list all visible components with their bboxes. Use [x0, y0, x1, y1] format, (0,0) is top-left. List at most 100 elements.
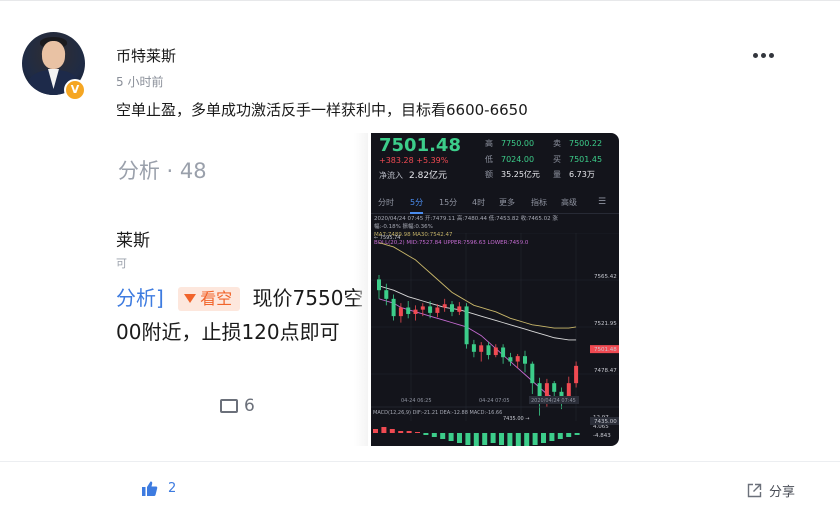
low-marker: 7435.00 →	[503, 416, 529, 422]
macd-bar	[473, 433, 479, 446]
macd-bar	[549, 433, 555, 441]
ind-line1: 2020/04/24 07:45 开:7479.11 高:7480.44 低:7…	[374, 216, 558, 222]
kv-buy-value: 7501.45	[569, 155, 603, 164]
chart-change: +383.28 +5.39%	[379, 156, 449, 165]
kv-sell-label: 卖	[553, 139, 561, 148]
image1-author: 莱斯	[116, 231, 150, 251]
tab-4h[interactable]: 4时	[472, 197, 485, 208]
candle	[530, 361, 535, 394]
kv-buy: 买 7501.45	[553, 154, 602, 165]
time-label: 04-24 07:05	[479, 398, 510, 404]
image1-line1: 分析] 看空 现价7550空	[116, 282, 363, 312]
post-card: V 币特莱斯 5 小时前 空单止盈，多单成功激活反手一样获利中，目标看6600-…	[0, 0, 840, 520]
like-button[interactable]: 2	[141, 480, 176, 497]
more-options-icon[interactable]	[753, 53, 777, 59]
image1-line2: 00附近，止损120点即可	[116, 320, 340, 344]
candle	[464, 303, 469, 349]
macd-bar	[415, 432, 420, 433]
share-icon	[747, 483, 762, 498]
tab-15min[interactable]: 15分	[439, 197, 457, 208]
macd-bar	[515, 433, 521, 446]
kv-high-label: 高	[485, 139, 493, 148]
kv-vol-label: 量	[553, 170, 561, 179]
inflow-label: 净流入	[379, 171, 403, 180]
macd-bar	[507, 433, 513, 446]
image1-sub: 可	[116, 257, 127, 270]
kv-low-value: 7024.00	[501, 155, 535, 164]
time-label: 2020/04/24 07:45	[531, 398, 576, 404]
kv-vol-value: 6.73万	[569, 170, 595, 179]
inflow-value: 2.82亿元	[409, 171, 448, 181]
kv-high: 高 7750.00	[485, 138, 534, 149]
candle	[574, 361, 579, 388]
candle	[486, 342, 491, 360]
tab-fenshi[interactable]: 分时	[378, 197, 394, 208]
macd-bar	[465, 433, 471, 445]
tab-more[interactable]: 更多	[499, 197, 515, 208]
down-arrow-icon	[184, 293, 197, 303]
macd-bar	[499, 433, 504, 445]
candle	[457, 302, 462, 316]
kv-low: 低 7024.00	[485, 154, 534, 165]
macd-bar	[440, 433, 446, 439]
candle	[479, 342, 484, 362]
candle	[442, 298, 447, 312]
candle	[515, 353, 520, 369]
kv-amount-label: 额	[485, 170, 493, 179]
chart-inflow: 净流入 2.82亿元	[379, 168, 447, 181]
macd-bar	[532, 433, 538, 445]
candle	[493, 344, 498, 358]
macd-bar	[557, 433, 563, 439]
candle	[450, 301, 454, 317]
macd-bar	[373, 429, 378, 433]
author-name[interactable]: 币特莱斯	[116, 45, 176, 66]
candle	[566, 376, 571, 399]
kv-high-value: 7750.00	[501, 139, 535, 148]
candle	[471, 339, 476, 358]
chart-price: 7501.48	[379, 135, 461, 156]
macd-bar	[423, 433, 429, 435]
candle	[398, 303, 403, 323]
macd-bar	[389, 429, 395, 433]
macd-bar	[482, 433, 488, 445]
macd-bar	[457, 433, 462, 443]
tab-indicators[interactable]: 指标	[531, 197, 547, 208]
post-image-1[interactable]: l分析 · 48 莱斯 可 分析] 看空 现价7550空 00附近，止损120点…	[116, 133, 368, 446]
verified-badge-icon: V	[64, 79, 86, 101]
top-marker: ← 7595.74	[374, 235, 400, 241]
chart-settings-icon[interactable]: ☰	[598, 197, 606, 207]
candlestick-chart[interactable]: MACD(12,26,9) DIF:-21.21 DEA:-12.88 MACD…	[371, 233, 619, 446]
price-label: 7565.42	[594, 274, 617, 280]
tab-advanced[interactable]: 高级	[561, 197, 577, 208]
macd-bar	[490, 433, 496, 443]
kv-buy-label: 买	[553, 155, 561, 164]
macd-bar	[524, 433, 530, 446]
candle	[508, 352, 513, 366]
candle	[377, 275, 381, 299]
macd-bar	[574, 433, 580, 435]
macd-bar	[398, 431, 404, 433]
price-label: 7521.95	[594, 321, 617, 327]
time-label: 04-24 06:25	[401, 398, 432, 404]
price-label: 7435.00	[594, 419, 617, 425]
image1-link: 分析]	[116, 286, 164, 310]
tab-5min[interactable]: 5分	[410, 197, 424, 214]
macd-bar	[381, 427, 387, 433]
like-count: 2	[168, 481, 177, 496]
bearish-tag: 看空	[178, 287, 241, 311]
share-button[interactable]: 分享	[747, 481, 795, 500]
ind-line2: 幅:-0.18% 振幅:0.36%	[374, 224, 433, 230]
candle	[384, 283, 389, 306]
macd-value-label: -4.843	[593, 433, 611, 439]
kv-amount-value: 35.25亿元	[501, 170, 540, 179]
image1-comments: 6	[220, 396, 255, 416]
candle	[406, 301, 411, 319]
candle	[501, 344, 506, 364]
chart-tabs: 分时 5分 15分 4时 更多 指标 高级 ☰	[371, 191, 619, 214]
candle	[523, 350, 527, 373]
macd-bar	[541, 433, 546, 443]
post-image-2[interactable]: 7501.48 +383.28 +5.39% 净流入 2.82亿元 高 7750.0…	[371, 133, 619, 446]
candle	[413, 305, 418, 321]
candle	[391, 294, 396, 321]
macd-label: MACD(12,26,9) DIF:-21.21 DEA:-12.88 MACD…	[373, 410, 502, 416]
